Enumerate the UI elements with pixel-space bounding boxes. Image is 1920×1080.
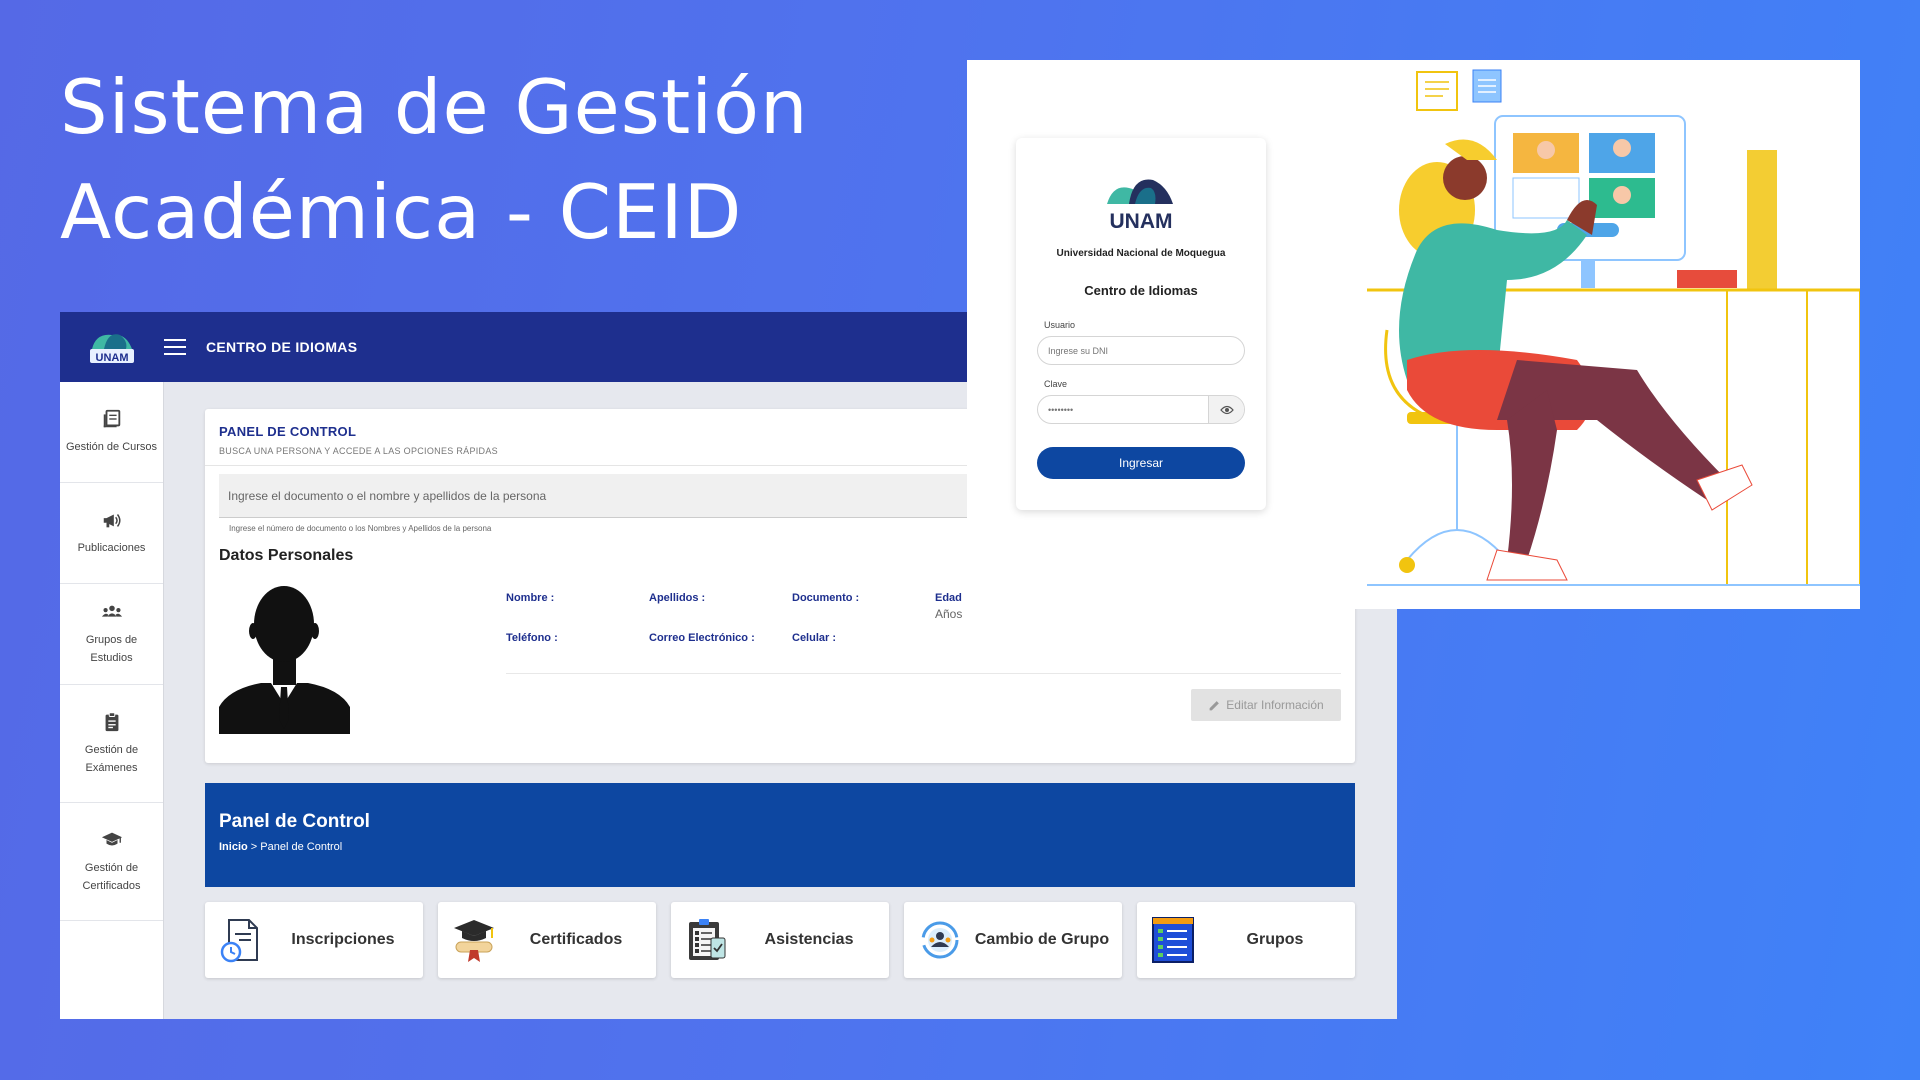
quick-action-label: Asistencias [764, 931, 854, 948]
usuario-label: Usuario [1044, 320, 1076, 330]
quick-action-asistencias[interactable]: Asistencias [671, 902, 889, 978]
hero-title-line2: Académica - CEID [60, 168, 743, 256]
book-icon [103, 409, 120, 428]
person-silhouette-avatar [219, 579, 350, 734]
sidebar-item-gestion-examenes[interactable]: Gestión de Exámenes [60, 685, 163, 803]
users-icon [101, 605, 122, 617]
clave-label: Clave [1044, 379, 1068, 389]
field-documento: Documento : [792, 592, 860, 604]
diploma-icon [454, 920, 494, 962]
breadcrumb-home-link[interactable]: Inicio [219, 841, 248, 853]
sidebar-item-label: Gestión de Cursos [65, 441, 158, 453]
list-icon [1152, 917, 1194, 963]
sidebar: Gestión de Cursos Publicaciones Grupos d… [60, 382, 164, 1019]
quick-actions: Inscripciones Certificados Asistencias C… [205, 902, 1355, 978]
sidebar-item-publicaciones[interactable]: Publicaciones [60, 483, 163, 584]
sidebar-item-label: Gestión de Exámenes [84, 743, 139, 774]
pencil-icon [1209, 700, 1220, 710]
field-edad-label: Edad [935, 592, 962, 604]
field-telefono: Teléfono : [506, 632, 558, 644]
hero-title-line1: Sistema de Gestión [60, 63, 809, 151]
edit-info-button[interactable]: Editar Información [1191, 689, 1341, 721]
field-celular: Celular : [792, 632, 837, 644]
field-correo: Correo Electrónico : [649, 632, 755, 644]
usuario-field[interactable] [1037, 336, 1245, 365]
show-password-icon[interactable] [1208, 396, 1244, 423]
attendance-icon [689, 919, 726, 960]
quick-action-label: Inscripciones [291, 931, 395, 948]
quick-action-inscripciones[interactable]: Inscripciones [205, 902, 423, 978]
group-change-icon [921, 921, 959, 959]
megaphone-icon [103, 514, 121, 528]
control-panel-banner: Panel de Control Inicio > Panel de Contr… [205, 783, 1355, 887]
university-name: Universidad Nacional de Moquegua [1056, 248, 1226, 259]
breadcrumb: Inicio > Panel de Control [219, 841, 1341, 853]
breadcrumb-current: Panel de Control [260, 841, 343, 853]
login-submit-button[interactable]: Ingresar [1037, 447, 1245, 479]
sidebar-item-grupos-estudios[interactable]: Grupos de Estudios [60, 584, 163, 685]
banner-title: Panel de Control [219, 811, 370, 832]
field-edad-unit: Años [935, 607, 963, 621]
divider [506, 673, 1341, 674]
quick-action-cambio-grupo[interactable]: Cambio de Grupo [904, 902, 1122, 978]
login-screenshot: UNAM Universidad Nacional de Moquegua Ce… [967, 60, 1860, 609]
svg-text:UNAM: UNAM [96, 352, 129, 364]
field-nombre: Nombre : [506, 592, 555, 604]
field-apellidos: Apellidos : [649, 592, 706, 604]
sidebar-item-gestion-certificados[interactable]: Gestión de Certificados [60, 803, 163, 921]
sidebar-item-gestion-cursos[interactable]: Gestión de Cursos [60, 382, 163, 483]
breadcrumb-separator: > [250, 841, 258, 853]
document-clock-icon [220, 919, 258, 963]
quick-action-label: Cambio de Grupo [974, 931, 1110, 948]
usuario-input[interactable] [1048, 345, 1244, 356]
clipboard-icon [105, 711, 118, 731]
unam-logo-icon: UNAM [1107, 179, 1173, 233]
login-title: Centro de Idiomas [1084, 283, 1198, 298]
quick-action-grupos[interactable]: Grupos [1137, 902, 1355, 978]
clave-input[interactable] [1048, 404, 1208, 415]
quick-action-label: Grupos [1246, 931, 1304, 948]
app-title: CENTRO DE IDIOMAS [206, 339, 358, 355]
hero-title: Sistema de Gestión Académica - CEID [60, 55, 809, 265]
edit-info-label: Editar Información [1226, 698, 1324, 712]
sidebar-item-label: Publicaciones [77, 542, 146, 554]
login-card: UNAM Universidad Nacional de Moquegua Ce… [1016, 138, 1266, 510]
sidebar-item-label: Gestión de Certificados [82, 861, 141, 892]
menu-toggle-icon[interactable] [164, 339, 186, 355]
svg-text:UNAM: UNAM [1110, 210, 1173, 233]
quick-action-certificados[interactable]: Certificados [438, 902, 656, 978]
clave-field[interactable] [1037, 395, 1245, 424]
sidebar-item-label: Grupos de Estudios [85, 634, 138, 664]
video-call-woman-illustration [1367, 69, 1860, 586]
quick-action-label: Certificados [529, 931, 623, 948]
unam-logo-icon[interactable]: UNAM [86, 327, 138, 367]
graduation-cap-icon [101, 832, 122, 845]
